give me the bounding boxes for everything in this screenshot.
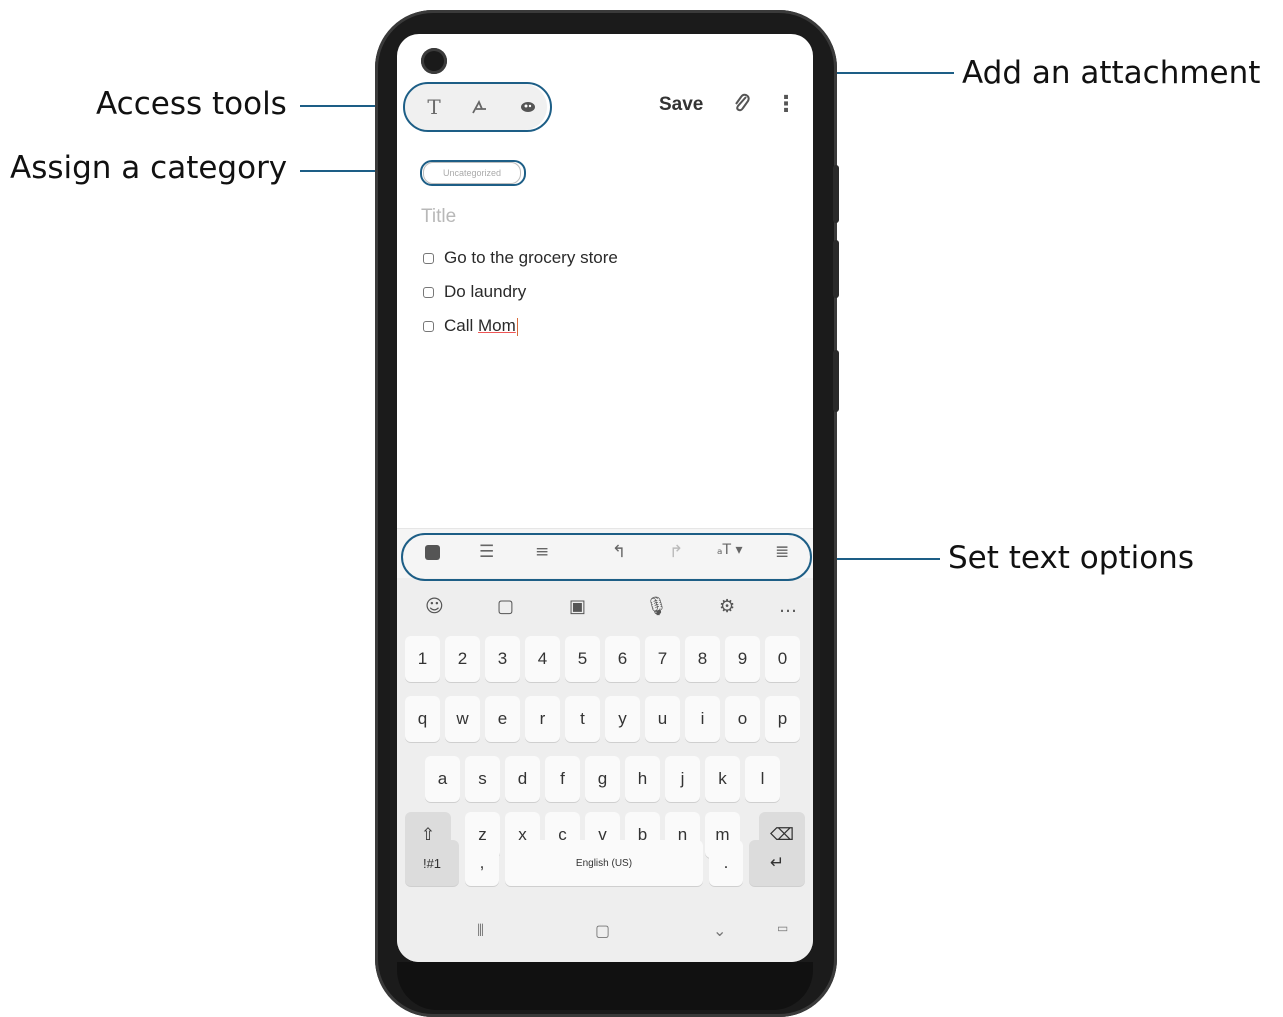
key-u[interactable]: u [645,696,680,742]
checklist-item[interactable]: Call Mom [423,316,518,336]
assign-category-outline [420,160,526,186]
enter-key[interactable]: ↵ [749,840,805,886]
key-w[interactable]: w [445,696,480,742]
key-g[interactable]: g [585,756,620,802]
key-5[interactable]: 5 [565,636,600,682]
key-i[interactable]: i [685,696,720,742]
checklist-item-text: Call Mom [444,316,518,336]
callout-access-tools: Access tools [96,86,287,122]
key-0[interactable]: 0 [765,636,800,682]
text-options-outline [401,533,812,581]
key-k[interactable]: k [705,756,740,802]
key-j[interactable]: j [665,756,700,802]
key-q[interactable]: q [405,696,440,742]
key-a[interactable]: a [425,756,460,802]
key-h[interactable]: h [625,756,660,802]
checkbox[interactable] [423,320,434,332]
title-field[interactable]: Title [421,206,456,228]
volume-down-button [833,240,839,298]
more-options-icon[interactable]: ⋮ [775,92,797,117]
key-t[interactable]: t [565,696,600,742]
text-cursor [516,317,518,336]
front-camera [421,48,447,74]
back-chevron-icon[interactable]: ⌄ [713,921,726,940]
key-l[interactable]: l [745,756,780,802]
misspelled-word[interactable]: Mom [478,316,516,335]
settings-gear-icon[interactable]: ⚙ [719,596,735,617]
power-button [833,350,839,412]
recent-apps-icon[interactable]: ⦀ [477,921,484,941]
symbols-key[interactable]: !#1 [405,840,459,886]
key-3[interactable]: 3 [485,636,520,682]
callout-set-text-options: Set text options [948,540,1194,576]
sticker-icon[interactable]: ▢ [497,596,514,617]
access-tools-outline [403,82,552,132]
home-icon[interactable]: ▢ [595,921,610,940]
comma-key[interactable]: , [465,840,499,886]
attachment-icon[interactable] [733,92,751,120]
checklist-item-text: Go to the grocery store [444,248,618,267]
callout-add-attachment: Add an attachment [962,55,1261,91]
checklist-item-text: Do laundry [444,282,527,301]
checkbox[interactable] [423,252,434,264]
key-8[interactable]: 8 [685,636,720,682]
key-6[interactable]: 6 [605,636,640,682]
key-o[interactable]: o [725,696,760,742]
callout-assign-category: Assign a category [10,150,288,186]
key-e[interactable]: e [485,696,520,742]
period-key[interactable]: . [709,840,743,886]
microphone-icon[interactable]: 🎙 [645,596,668,617]
key-1[interactable]: 1 [405,636,440,682]
checklist-item[interactable]: Do laundry [423,282,526,302]
keyboard: ☺ ▢ ▣ 🎙 ⚙ … 1234567890 qwertyuiop asdfgh… [397,578,813,903]
key-y[interactable]: y [605,696,640,742]
emoji-icon[interactable]: ☺ [425,596,444,617]
navigation-bar: ⦀ ▢ ⌄ ▭ [397,903,813,962]
space-key[interactable]: English (US) [505,840,703,886]
phone-chin [397,962,813,1010]
key-s[interactable]: s [465,756,500,802]
clipboard-icon[interactable]: ▣ [569,596,586,617]
key-p[interactable]: p [765,696,800,742]
key-r[interactable]: r [525,696,560,742]
key-7[interactable]: 7 [645,636,680,682]
save-button[interactable]: Save [659,94,703,116]
keyboard-hide-icon[interactable]: ▭ [777,921,788,935]
checkbox[interactable] [423,286,434,298]
checklist-item[interactable]: Go to the grocery store [423,248,618,268]
volume-up-button [833,165,839,223]
key-9[interactable]: 9 [725,636,760,682]
key-2[interactable]: 2 [445,636,480,682]
key-d[interactable]: d [505,756,540,802]
key-f[interactable]: f [545,756,580,802]
key-4[interactable]: 4 [525,636,560,682]
more-tools-icon[interactable]: … [779,596,797,617]
